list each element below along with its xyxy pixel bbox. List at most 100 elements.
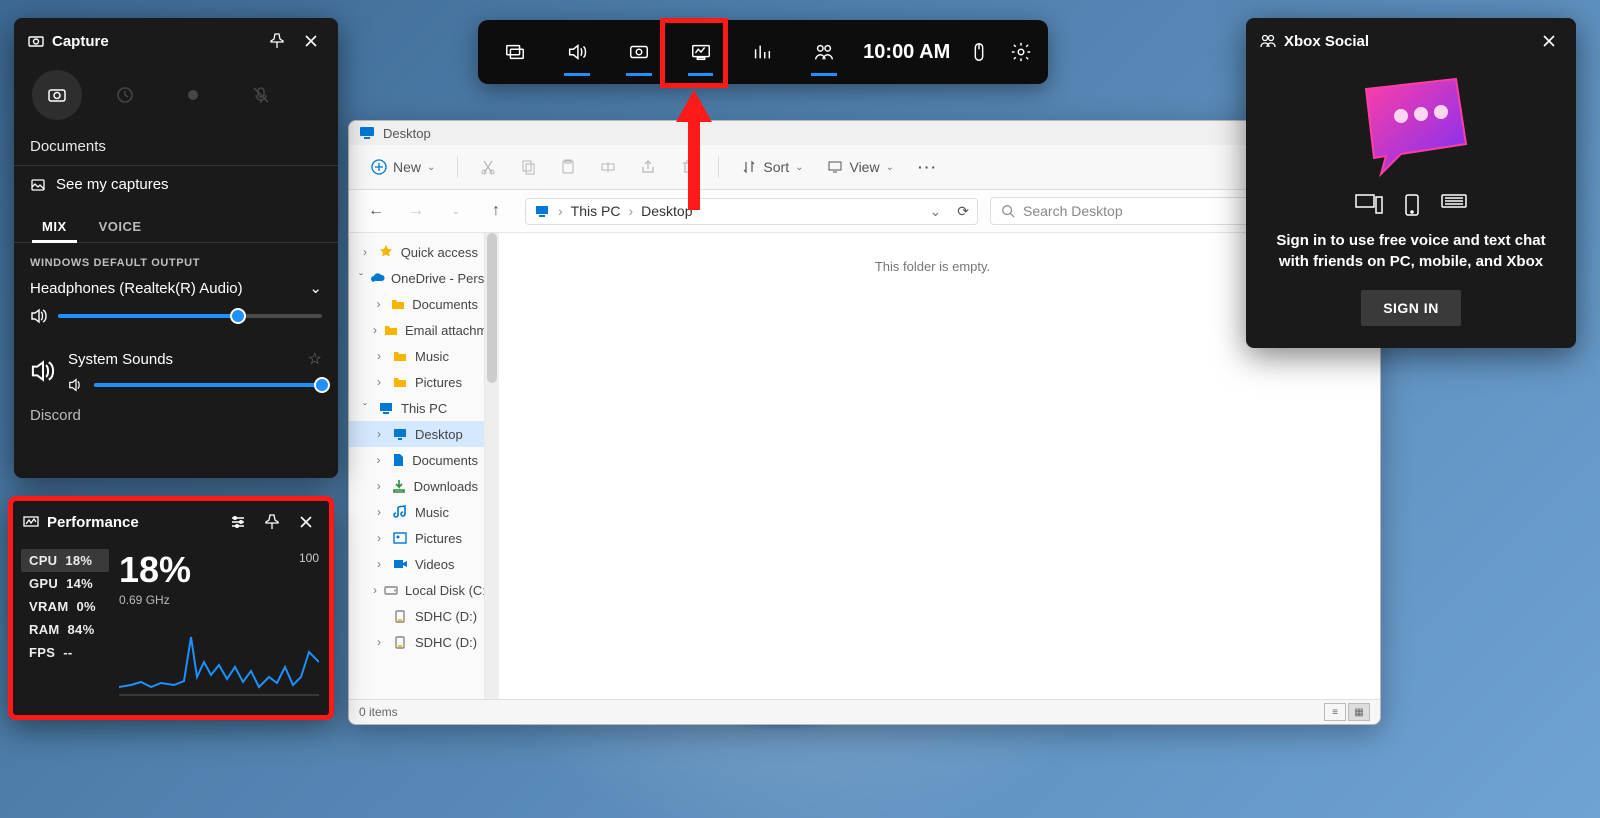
- mobile-icon: [1405, 194, 1419, 216]
- record-last-button[interactable]: [100, 70, 150, 120]
- nav-item[interactable]: ›Music: [349, 343, 484, 369]
- speaker-icon: [30, 358, 56, 384]
- xbox-icon: [1441, 194, 1467, 208]
- desktop-icon: [359, 125, 375, 141]
- explorer-address-row: ← → ⌄ ↑ › This PC › Desktop ⌄ ⟳ Search D…: [349, 190, 1380, 233]
- view-mode-toggle[interactable]: ≡ ▦: [1324, 703, 1370, 721]
- output-device-select[interactable]: Headphones (Realtek(R) Audio) ⌄: [14, 275, 338, 303]
- nav-item[interactable]: ˇOneDrive - Person: [349, 265, 484, 291]
- sign-in-button[interactable]: SIGN IN: [1361, 290, 1461, 326]
- icons-view-icon[interactable]: ▦: [1348, 703, 1370, 721]
- close-button[interactable]: [1536, 28, 1562, 54]
- sort-icon: [741, 159, 757, 175]
- nav-item[interactable]: ›Music: [349, 499, 484, 525]
- nav-item[interactable]: SDHC (D:): [349, 603, 484, 629]
- settings-button[interactable]: [1000, 24, 1042, 80]
- address-bar[interactable]: › This PC › Desktop ⌄ ⟳: [525, 198, 978, 225]
- clock: 10:00 AM: [855, 41, 958, 64]
- tab-voice[interactable]: VOICE: [83, 211, 158, 242]
- options-button[interactable]: [225, 509, 251, 535]
- widgets-menu-button[interactable]: [484, 24, 546, 80]
- explorer-toolbar: New ⌄ Sort ⌄ View ⌄ ···: [349, 145, 1380, 190]
- capture-widget[interactable]: Capture Documents See my captures MIX VO…: [14, 18, 338, 478]
- metric-row-cpu[interactable]: CPU18%: [21, 549, 109, 572]
- nav-item[interactable]: ›Videos: [349, 551, 484, 577]
- view-icon: [827, 159, 843, 175]
- status-bar: 0 items ≡ ▦: [349, 699, 1380, 724]
- annotation-highlight-box: [660, 18, 728, 88]
- metric-row-fps[interactable]: FPS--: [21, 641, 109, 664]
- xbox-social-button[interactable]: [793, 24, 855, 80]
- chevron-down-icon: ⌄: [309, 279, 322, 297]
- details-view-icon[interactable]: ≡: [1324, 703, 1346, 721]
- speaker-icon: [30, 307, 48, 325]
- screenshot-button[interactable]: [32, 70, 82, 120]
- capture-title: Capture: [52, 33, 109, 50]
- gallery-icon: [30, 177, 46, 193]
- master-volume-slider[interactable]: [58, 314, 322, 318]
- capture-subtitle: Documents: [14, 132, 338, 165]
- people-icon: [1260, 33, 1276, 49]
- star-icon[interactable]: ☆: [308, 349, 322, 369]
- performance-title: Performance: [47, 514, 139, 531]
- back-button[interactable]: ←: [359, 196, 393, 226]
- refresh-button[interactable]: ⟳: [957, 203, 969, 220]
- metric-big-value: 18%: [119, 549, 319, 591]
- nav-item[interactable]: ›Pictures: [349, 369, 484, 395]
- mouse-button[interactable]: [958, 24, 1000, 80]
- new-button[interactable]: New ⌄: [361, 153, 445, 181]
- performance-icon: [23, 514, 39, 530]
- navigation-pane[interactable]: ›Quick accessˇOneDrive - Person›Document…: [349, 233, 485, 699]
- nav-item[interactable]: ›Documents: [349, 291, 484, 317]
- forward-button: →: [399, 196, 433, 226]
- resources-button[interactable]: [731, 24, 793, 80]
- game-bar-toolbar[interactable]: 10:00 AM: [478, 20, 1048, 84]
- system-sounds-slider[interactable]: [94, 383, 322, 387]
- close-button[interactable]: [293, 509, 319, 535]
- nav-item[interactable]: ›Downloads: [349, 473, 484, 499]
- metric-row-vram[interactable]: VRAM0%: [21, 595, 109, 618]
- share-button: [630, 153, 666, 181]
- chart-axis-label: 60 SECONDS: [21, 715, 293, 720]
- recent-button[interactable]: ⌄: [439, 196, 473, 226]
- breadcrumb-segment[interactable]: This PC: [571, 203, 621, 219]
- metric-frequency: 0.69 GHz: [119, 593, 319, 607]
- nav-item[interactable]: ›Pictures: [349, 525, 484, 551]
- nav-item[interactable]: ›Quick access: [349, 239, 484, 265]
- item-count: 0 items: [359, 705, 398, 719]
- explorer-title: Desktop: [383, 126, 431, 141]
- nav-item[interactable]: ›SDHC (D:): [349, 629, 484, 655]
- pc-icon: [534, 203, 550, 219]
- record-button[interactable]: [168, 70, 218, 120]
- output-section-label: WINDOWS DEFAULT OUTPUT: [14, 243, 338, 275]
- explorer-titlebar[interactable]: Desktop: [349, 121, 1380, 145]
- metric-list[interactable]: CPU18%GPU14%VRAM0%RAM84%FPS--: [21, 549, 109, 702]
- see-captures-link[interactable]: See my captures: [14, 165, 338, 203]
- chevron-down-icon[interactable]: ⌄: [930, 203, 942, 220]
- annotation-arrow-icon: [676, 90, 712, 210]
- nav-item[interactable]: ›Local Disk (C:): [349, 577, 484, 603]
- truncated-app-label: Discord: [14, 397, 338, 424]
- more-button[interactable]: ···: [908, 153, 948, 181]
- cut-button: [470, 153, 506, 181]
- xbox-social-widget[interactable]: Xbox Social Sign in to use free voice an…: [1246, 18, 1576, 348]
- pin-button[interactable]: [264, 28, 290, 54]
- sort-button[interactable]: Sort ⌄: [731, 153, 813, 181]
- scrollbar[interactable]: [485, 233, 499, 699]
- audio-button[interactable]: [546, 24, 608, 80]
- close-button[interactable]: [298, 28, 324, 54]
- metric-row-ram[interactable]: RAM84%: [21, 618, 109, 641]
- nav-item[interactable]: ˇThis PC: [349, 395, 484, 421]
- nav-item[interactable]: ›Email attachmer: [349, 317, 484, 343]
- tab-mix[interactable]: MIX: [26, 211, 83, 242]
- system-sounds-label: System Sounds: [68, 351, 173, 368]
- performance-widget[interactable]: Performance CPU18%GPU14%VRAM0%RAM84%FPS-…: [8, 496, 334, 720]
- metric-row-gpu[interactable]: GPU14%: [21, 572, 109, 595]
- up-button[interactable]: ↑: [479, 196, 513, 226]
- collapse-button[interactable]: ‹: [293, 708, 319, 720]
- nav-item[interactable]: ›Documents: [349, 447, 484, 473]
- pin-button[interactable]: [259, 509, 285, 535]
- view-button[interactable]: View ⌄: [817, 153, 903, 181]
- mic-toggle-button[interactable]: [236, 70, 286, 120]
- nav-item[interactable]: ›Desktop: [349, 421, 484, 447]
